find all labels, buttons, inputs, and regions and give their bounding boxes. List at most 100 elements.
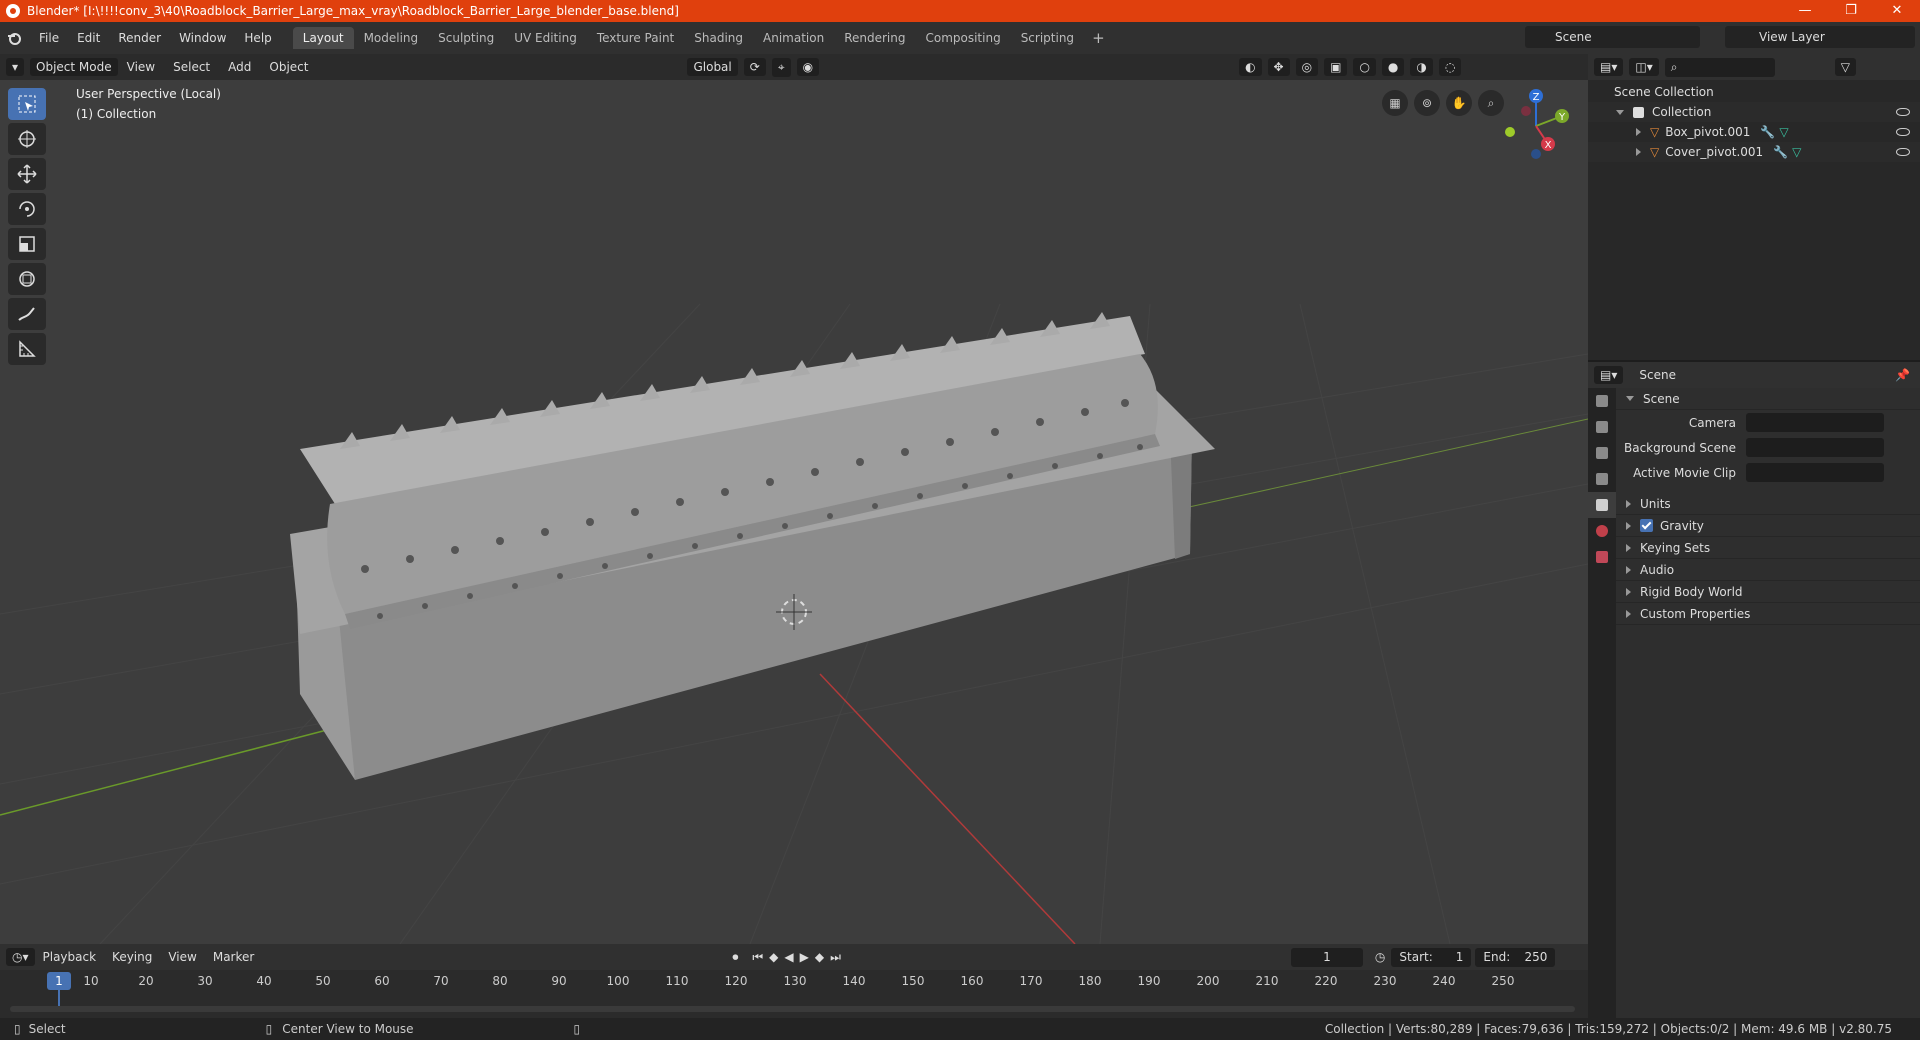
custom-properties-panel[interactable]: Custom Properties	[1616, 603, 1920, 625]
scene-tab[interactable]	[1588, 492, 1616, 518]
eye-icon[interactable]	[1896, 148, 1910, 156]
tab-modeling[interactable]: Modeling	[354, 27, 429, 49]
tab-uv-editing[interactable]: UV Editing	[504, 27, 587, 49]
render-tab[interactable]	[1588, 414, 1616, 440]
panel-expand-icon[interactable]	[1626, 543, 1631, 552]
panel-expand-icon[interactable]	[1626, 396, 1634, 401]
add-workspace-button[interactable]: +	[1084, 29, 1113, 47]
tab-shading[interactable]: Shading	[684, 27, 753, 49]
tab-sculpting[interactable]: Sculpting	[428, 27, 504, 49]
cursor-tool[interactable]	[8, 123, 46, 155]
jump-keyframe-back-button[interactable]: ◆	[769, 950, 778, 964]
gravity-checkbox[interactable]	[1640, 519, 1653, 532]
menu-file[interactable]: File	[30, 31, 68, 45]
panel-expand-icon[interactable]	[1626, 587, 1631, 596]
eye-icon[interactable]	[1896, 128, 1910, 136]
output-tab[interactable]	[1588, 440, 1616, 466]
menu-render[interactable]: Render	[109, 31, 170, 45]
transform-orientation-dropdown[interactable]: Global	[687, 58, 738, 76]
timeline-menu-marker[interactable]: Marker	[205, 950, 262, 964]
playhead-line[interactable]	[58, 990, 60, 1006]
visibility-dropdown[interactable]: ◐	[1239, 58, 1262, 76]
timeline-scrollbar[interactable]	[10, 1006, 1575, 1012]
scene-panel-header[interactable]: Scene	[1616, 388, 1920, 410]
annotate-tool[interactable]	[8, 298, 46, 330]
tab-layout[interactable]: Layout	[292, 27, 354, 49]
shading-solid[interactable]: ●	[1381, 58, 1405, 76]
timeline-editor-type[interactable]: ◷▾	[6, 948, 35, 966]
world-tab[interactable]	[1588, 518, 1616, 544]
jump-end-button[interactable]: ⏭	[830, 950, 841, 965]
outliner-item-box-pivot[interactable]: ▽ Box_pivot.001 🔧 ▽	[1588, 122, 1920, 142]
close-button[interactable]: ✕	[1874, 0, 1920, 22]
timeline-menu-view[interactable]: View	[160, 950, 204, 964]
tab-animation[interactable]: Animation	[753, 27, 834, 49]
collection-checkbox[interactable]	[1633, 106, 1644, 118]
tab-rendering[interactable]: Rendering	[834, 27, 915, 49]
start-frame-field[interactable]: Start: 1	[1391, 947, 1472, 967]
collection-row[interactable]: Collection	[1588, 102, 1920, 122]
shading-wireframe[interactable]: ○	[1353, 58, 1376, 76]
expand-icon[interactable]	[1636, 128, 1641, 136]
units-panel[interactable]: Units	[1616, 493, 1920, 515]
camera-field[interactable]	[1746, 413, 1884, 432]
collection-expand-icon[interactable]	[1616, 109, 1624, 115]
menu-window[interactable]: Window	[170, 31, 235, 45]
blender-menu-icon[interactable]	[6, 30, 22, 46]
active-movie-clip-field[interactable]	[1746, 463, 1884, 482]
xray-toggle[interactable]: ▣	[1324, 58, 1348, 76]
record-button[interactable]: ⏺	[732, 950, 738, 965]
pivot-point-dropdown[interactable]: ⟳	[743, 58, 766, 76]
3d-viewport[interactable]: ▾ Object Mode View Select Add Object Glo…	[0, 54, 1588, 944]
proportional-edit-toggle[interactable]: ◉	[796, 58, 820, 76]
mesh-data-icon[interactable]: ▽	[1779, 125, 1788, 139]
panel-expand-icon[interactable]	[1626, 521, 1631, 530]
editor-type-dropdown[interactable]: ▾	[6, 58, 25, 76]
view-layer-tab[interactable]	[1588, 466, 1616, 492]
outliner-editor-type[interactable]: ▤▾	[1594, 58, 1624, 76]
scene-collection-row[interactable]: Scene Collection	[1588, 82, 1920, 102]
viewport-menu-view[interactable]: View	[118, 60, 164, 74]
camera-view-icon[interactable]: ⊚	[1414, 90, 1440, 116]
play-button[interactable]: ▶	[800, 950, 809, 964]
mesh-data-icon[interactable]: ▽	[1792, 145, 1801, 159]
timeline-menu-keying[interactable]: Keying	[104, 950, 160, 964]
playhead-frame-indicator[interactable]: 1	[47, 972, 71, 990]
tab-compositing[interactable]: Compositing	[915, 27, 1010, 49]
outliner-filter-icon[interactable]: ▽	[1834, 58, 1856, 76]
scene-selector[interactable]: Scene	[1525, 26, 1700, 48]
modifier-wrench-icon[interactable]: 🔧	[1760, 125, 1775, 139]
viewport-scene[interactable]	[0, 54, 1588, 944]
transform-tool[interactable]	[8, 263, 46, 295]
gizmo-toggle[interactable]: ✥	[1267, 58, 1290, 76]
scale-tool[interactable]	[8, 228, 46, 260]
clock-icon[interactable]: ◷	[1375, 950, 1385, 964]
outliner-display-mode[interactable]: ◫▾	[1629, 58, 1659, 76]
rigid-body-world-panel[interactable]: Rigid Body World	[1616, 581, 1920, 603]
menu-help[interactable]: Help	[235, 31, 280, 45]
measure-tool[interactable]	[8, 333, 46, 365]
move-tool[interactable]	[8, 158, 46, 190]
gravity-panel[interactable]: Gravity	[1616, 515, 1920, 537]
maximize-button[interactable]: ❐	[1828, 0, 1874, 22]
tab-scripting[interactable]: Scripting	[1011, 27, 1084, 49]
panel-expand-icon[interactable]	[1626, 565, 1631, 574]
eye-icon[interactable]	[1896, 108, 1910, 116]
navigation-gizmo[interactable]: Z Y X	[1496, 86, 1576, 166]
outliner-search-input[interactable]: ⌕	[1664, 57, 1775, 77]
keying-sets-panel[interactable]: Keying Sets	[1616, 537, 1920, 559]
pin-icon[interactable]: 📌	[1895, 368, 1910, 382]
viewport-menu-select[interactable]: Select	[164, 60, 219, 74]
end-frame-field[interactable]: End: 250	[1475, 947, 1556, 967]
current-frame-field[interactable]: 1	[1290, 947, 1363, 967]
rotate-tool[interactable]	[8, 193, 46, 225]
minimize-button[interactable]: —	[1782, 0, 1828, 22]
viewport-menu-object[interactable]: Object	[260, 60, 317, 74]
background-scene-field[interactable]	[1746, 438, 1884, 457]
tab-texture-paint[interactable]: Texture Paint	[587, 27, 684, 49]
modifier-wrench-icon[interactable]: 🔧	[1773, 145, 1788, 159]
mode-dropdown[interactable]: Object Mode	[30, 58, 118, 76]
toggle-grid-icon[interactable]: ▦	[1382, 90, 1408, 116]
texture-tab[interactable]	[1588, 544, 1616, 570]
panel-expand-icon[interactable]	[1626, 499, 1631, 508]
